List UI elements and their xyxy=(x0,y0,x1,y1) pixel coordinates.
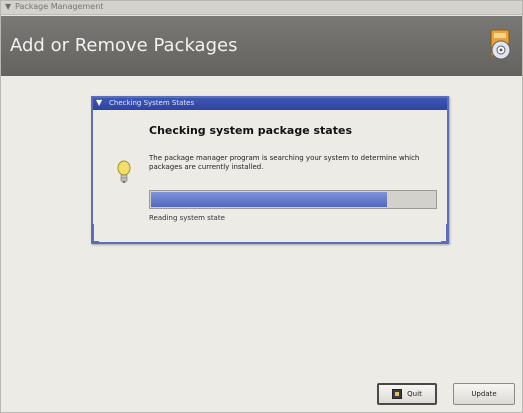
update-button-label: Update xyxy=(471,390,497,398)
package-management-window: ▼ Package Management Add or Remove Packa… xyxy=(0,0,523,413)
progress-status: Reading system state xyxy=(149,214,225,222)
update-button[interactable]: Update xyxy=(453,383,515,405)
quit-button-label: Quit xyxy=(407,390,422,398)
lightbulb-icon xyxy=(117,160,131,183)
dialog-titlebar: ▼ Checking System States xyxy=(93,98,447,110)
dialog-corner-right xyxy=(441,224,449,244)
window-titlebar: ▼ Package Management xyxy=(1,1,522,15)
window-menu-icon[interactable]: ▼ xyxy=(5,2,11,11)
progress-fill xyxy=(151,192,387,207)
quit-icon xyxy=(392,389,403,399)
checking-states-dialog: ▼ Checking System States Checking system… xyxy=(91,96,449,244)
dialog-description: The package manager program is searching… xyxy=(149,154,420,171)
dialog-corner-left xyxy=(91,224,99,244)
window-title: Package Management xyxy=(15,2,104,11)
progress-bar xyxy=(149,190,437,209)
quit-button[interactable]: Quit xyxy=(377,383,437,405)
package-icon xyxy=(490,29,511,60)
dialog-heading: Checking system package states xyxy=(149,124,352,137)
page-title: Add or Remove Packages xyxy=(10,35,238,56)
dialog-menu-icon[interactable]: ▼ xyxy=(96,98,102,107)
dialog-title: Checking System States xyxy=(109,99,195,107)
header-banner: Add or Remove Packages xyxy=(1,16,522,76)
